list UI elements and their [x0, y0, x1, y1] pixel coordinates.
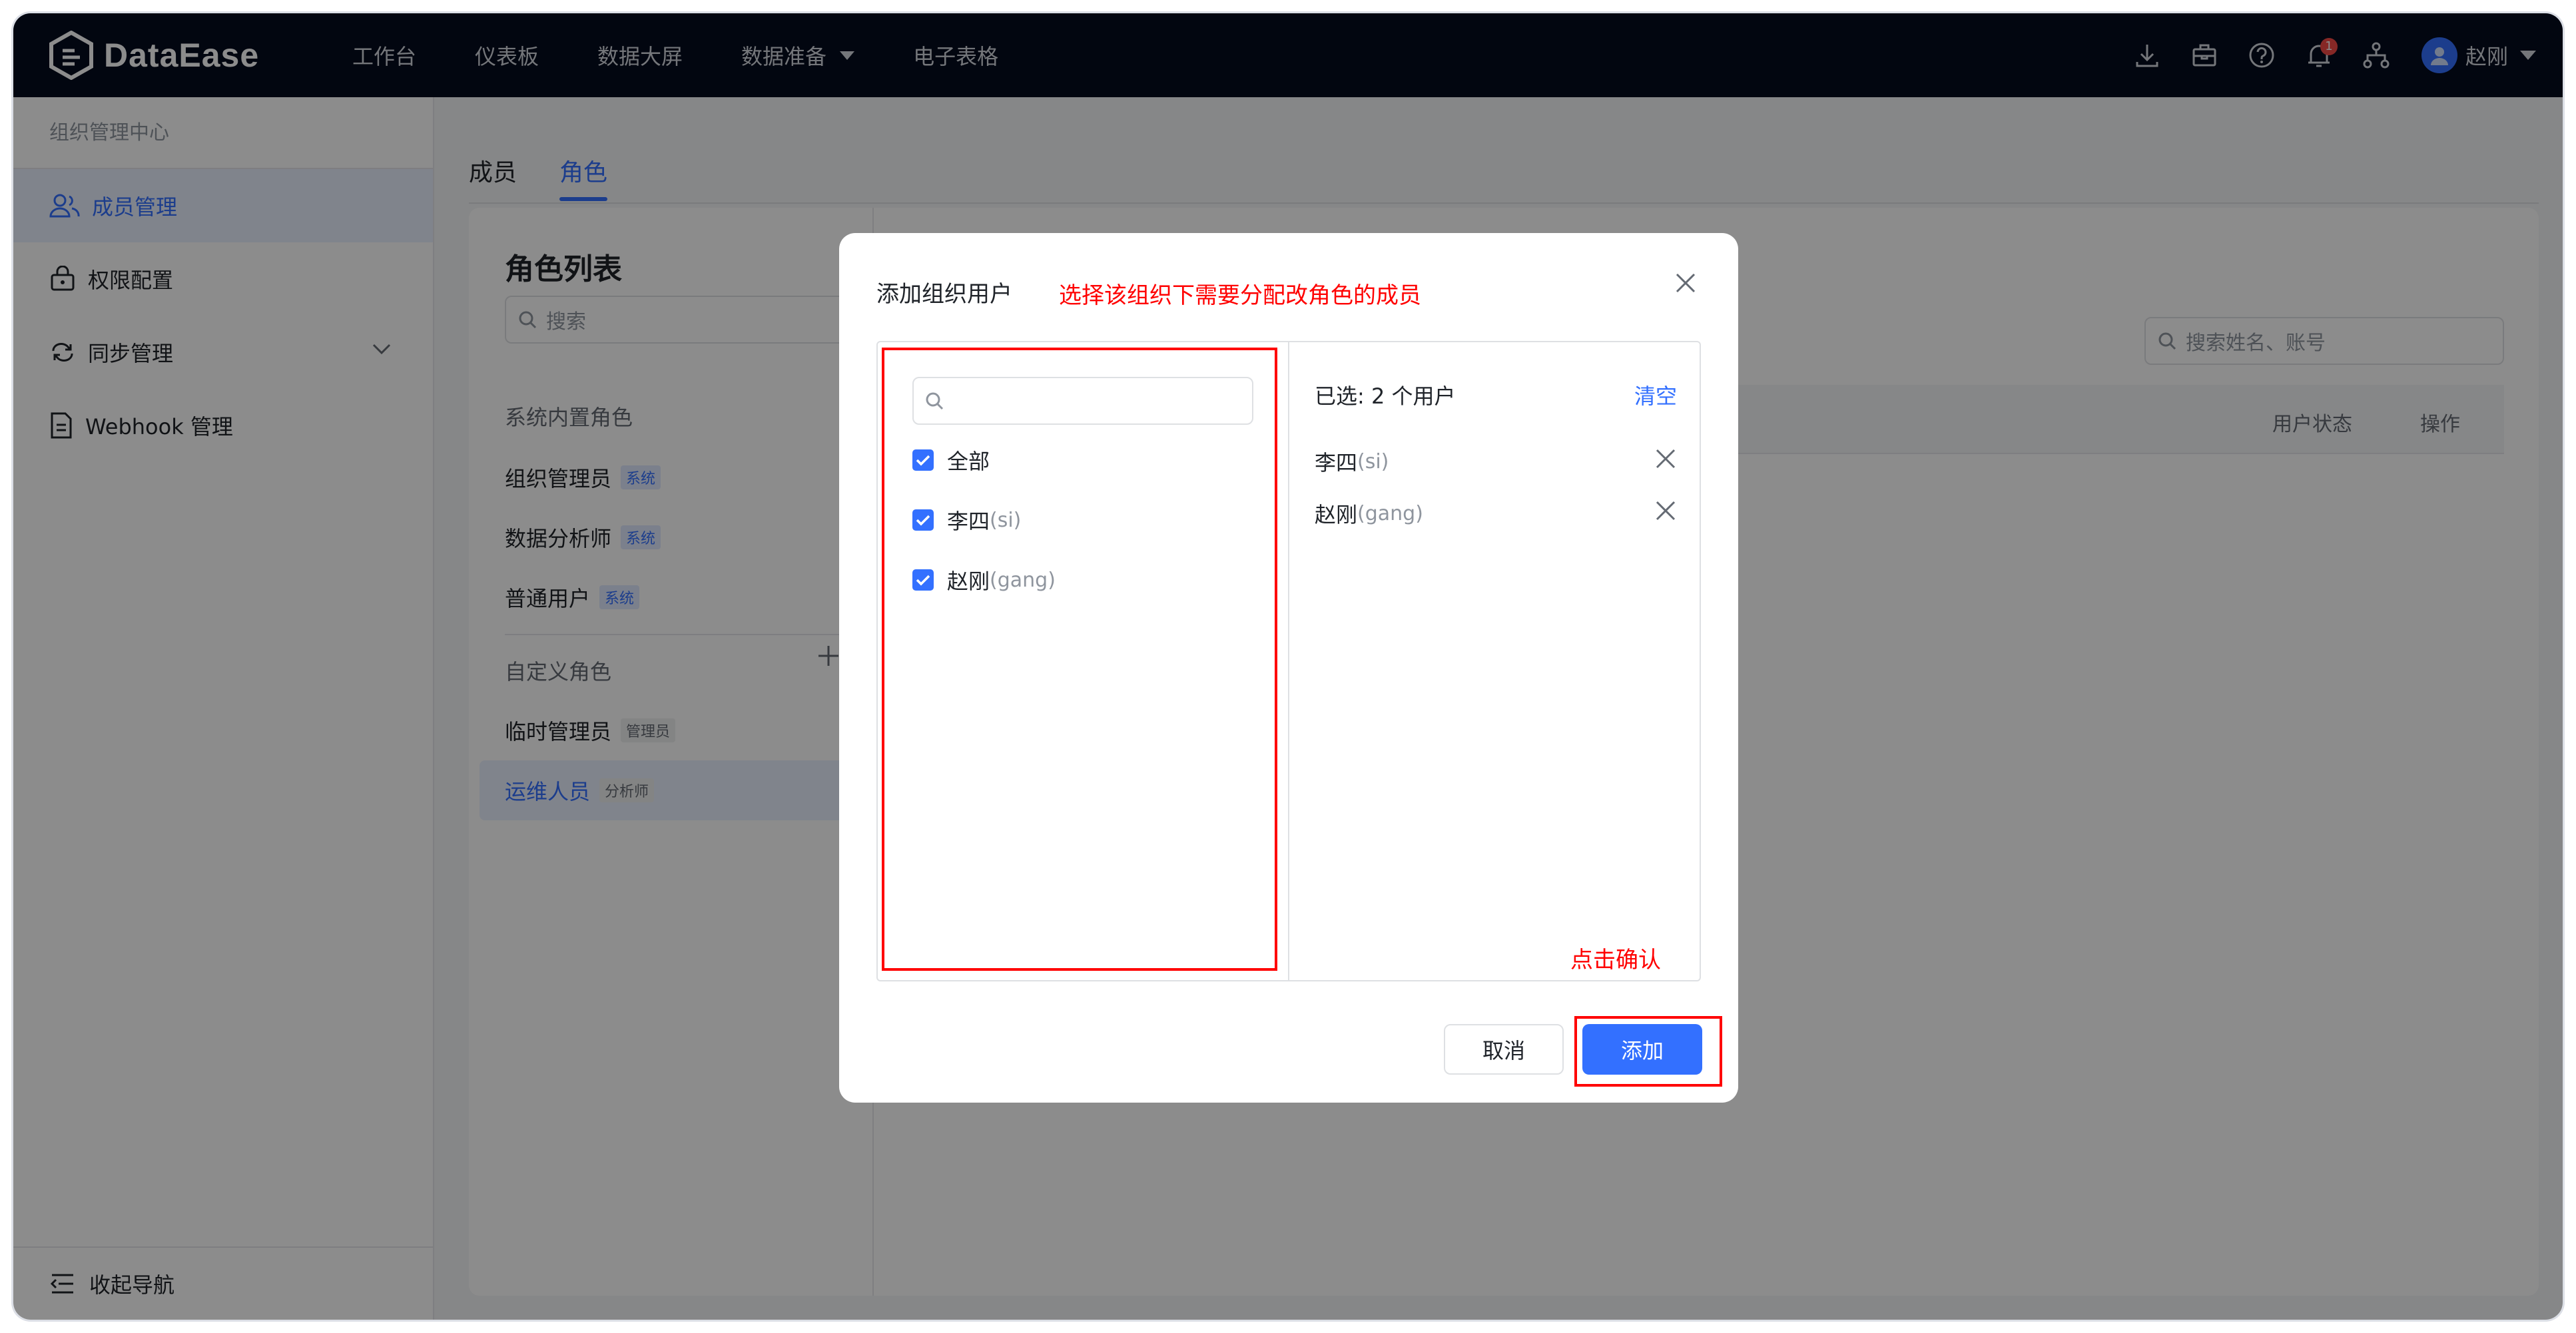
selected-label: 赵刚 [1315, 502, 1358, 527]
selected-account: (gang) [1357, 501, 1423, 525]
selected-list: 已选: 2 个用户 清空 李四 (si) 赵刚 (gang) 点击确认 [1291, 342, 1701, 980]
annotation-box [882, 348, 1277, 971]
selected-account: (si) [1357, 449, 1389, 473]
user-transfer: 全部 李四 (si) 赵刚 (gang) 已选: 2 个用户 清空 李四 (si) [876, 341, 1701, 981]
remove-icon[interactable] [1654, 499, 1677, 522]
add-button[interactable]: 添加 [1582, 1024, 1702, 1075]
candidate-search-input[interactable] [912, 377, 1253, 425]
clear-button[interactable]: 清空 [1634, 380, 1677, 410]
annotation-select-members: 选择该组织下需要分配改角色的成员 [1059, 282, 1421, 309]
search-icon [926, 392, 944, 410]
option-label: 赵刚 [947, 569, 990, 594]
selected-count: 已选: 2 个用户 [1315, 384, 1456, 409]
option-account: (si) [990, 508, 1022, 532]
checkbox-checked-icon[interactable] [912, 569, 934, 591]
remove-icon[interactable] [1654, 447, 1677, 470]
dialog-title: 添加组织用户 [876, 281, 1012, 308]
option-label: 全部 [947, 449, 990, 474]
option-label: 李四 [947, 509, 990, 534]
annotation-click-confirm: 点击确认 [1570, 947, 1661, 973]
option-user[interactable]: 赵刚 (gang) [912, 565, 1056, 595]
option-user[interactable]: 李四 (si) [912, 505, 1021, 535]
app-window: DataEase 工作台 仪表板 数据大屏 数据准备 电子表格 1 赵刚 组织管… [13, 13, 2563, 1320]
selected-label: 李四 [1315, 450, 1358, 475]
selected-item: 赵刚 (gang) [1315, 498, 1423, 529]
candidate-list: 全部 李四 (si) 赵刚 (gang) [878, 342, 1289, 980]
close-icon[interactable] [1674, 272, 1697, 294]
option-account: (gang) [990, 568, 1056, 592]
checkbox-checked-icon[interactable] [912, 449, 934, 471]
selected-item: 李四 (si) [1315, 446, 1389, 477]
add-user-dialog: 添加组织用户 选择该组织下需要分配改角色的成员 全部 李四 (si) 赵刚 (g… [839, 233, 1738, 1103]
cancel-button[interactable]: 取消 [1444, 1024, 1564, 1075]
checkbox-checked-icon[interactable] [912, 509, 934, 531]
option-all[interactable]: 全部 [912, 445, 990, 475]
